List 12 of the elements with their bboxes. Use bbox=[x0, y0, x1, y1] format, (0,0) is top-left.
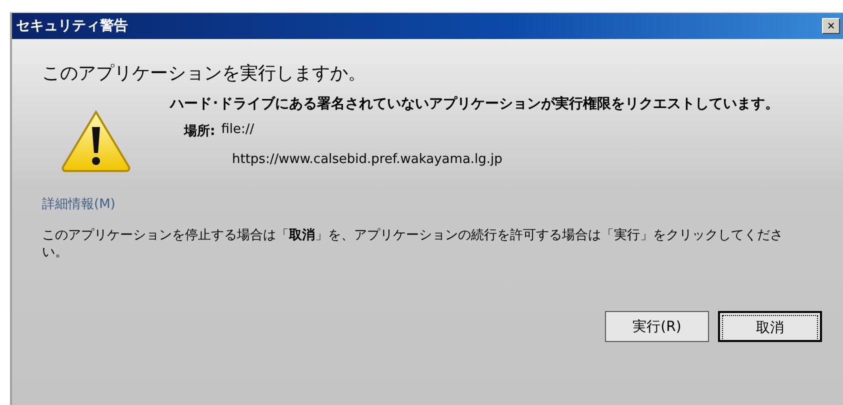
warning-message: ハード･ドライブにある署名されていないアプリケーションが実行権限をリクエストしています。 bbox=[170, 95, 780, 113]
location-url: https://www.calsebid.pref.wakayama.lg.jp bbox=[232, 152, 504, 167]
instruction-text: このアプリケーションを停止する場合は「取消」を、アプリケーションの続行を許可する場合は「実行」をクリックしてください。 bbox=[42, 227, 784, 261]
dialog-heading: このアプリケーションを実行しますか。 bbox=[42, 62, 367, 85]
location-value: file:// bbox=[221, 122, 254, 139]
dialog-button[interactable]: 実行(R) bbox=[605, 311, 709, 342]
warning-icon bbox=[60, 109, 132, 173]
details-link[interactable]: 詳細情報(M) bbox=[42, 195, 116, 213]
dialog-button[interactable]: 取消 bbox=[718, 311, 822, 342]
window-title: セキュリティ警告 bbox=[16, 17, 128, 35]
close-button[interactable]: × bbox=[822, 18, 840, 34]
location-label: 場所: bbox=[184, 123, 216, 140]
